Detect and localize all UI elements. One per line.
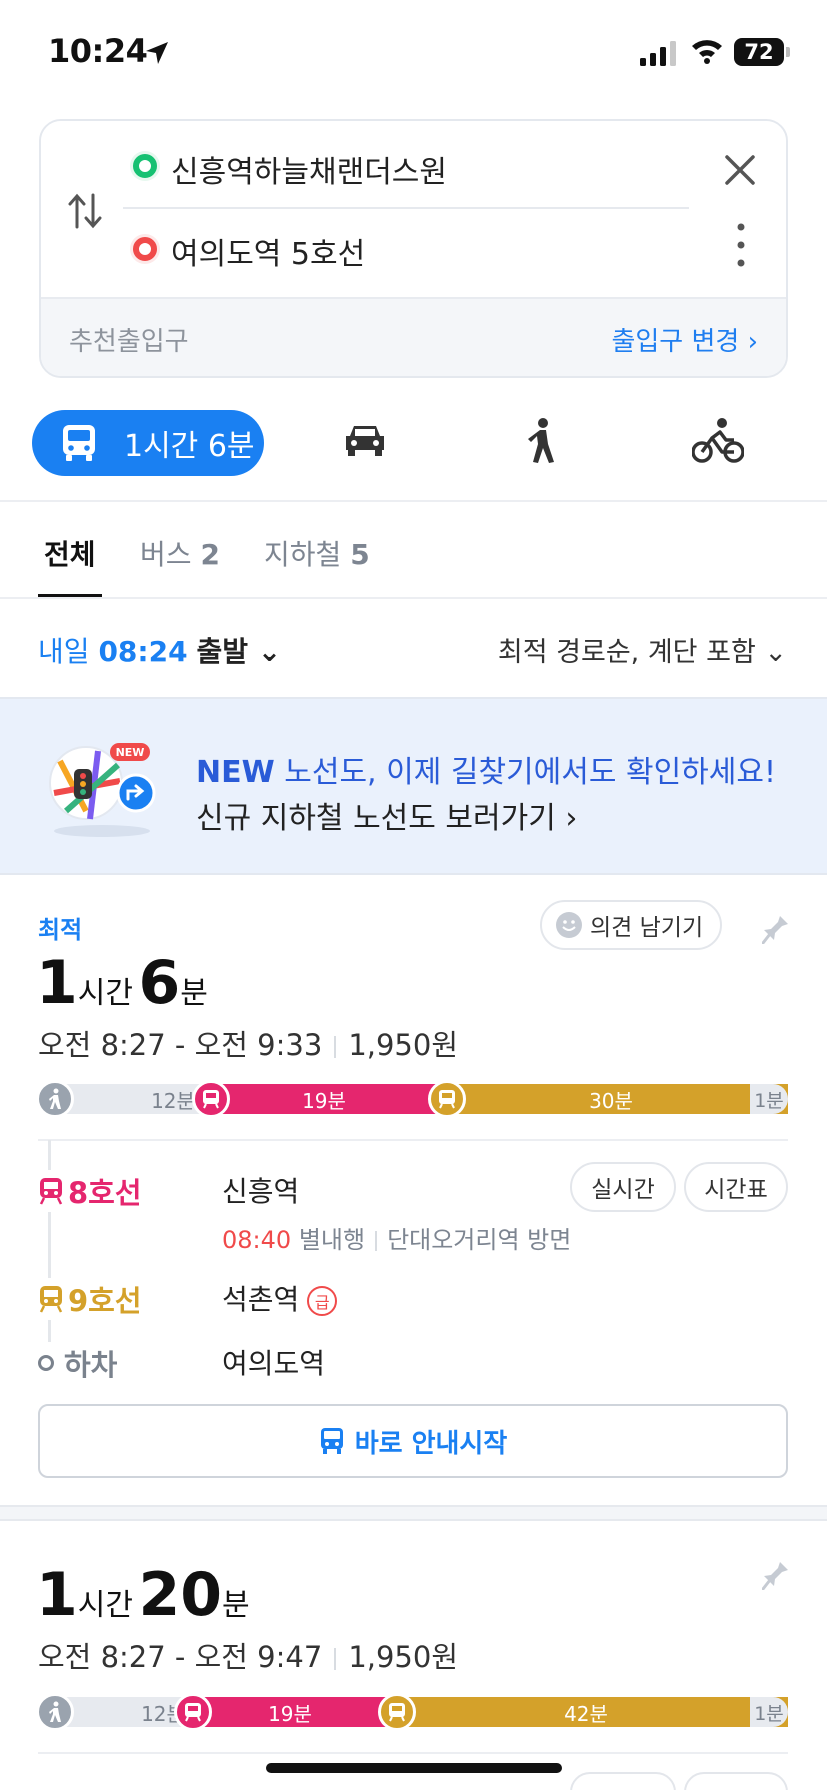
route-duration: 1시간 6분 [36, 948, 208, 1018]
departure-time-selector[interactable]: 내일 08:24 출발 ⌄ [38, 630, 281, 670]
sort-selector[interactable]: 최적 경로순, 계단 포함 ⌄ [498, 630, 787, 669]
station-name: 여의도역 [222, 1347, 326, 1380]
promo-banner[interactable]: NEW NEW 노선도, 이제 길찾기에서도 확인하세요! 신규 지하철 노선도… [0, 697, 827, 875]
signal-icon [640, 41, 676, 66]
segment-bar: 12분 19분 30분 1분 [36, 1079, 788, 1119]
banner-headline: NEW 노선도, 이제 길찾기에서도 확인하세요! [196, 755, 777, 790]
bike-icon[interactable] [692, 418, 744, 464]
best-route-tag: 최적 [38, 916, 83, 944]
end-walk-label: 1분 [750, 1084, 788, 1114]
express-badge: 급 [307, 1286, 338, 1316]
route-search-box: 신흥역하늘채랜더스원 여의도역 5호선 추천출입구 출입구 변경 › [39, 119, 788, 378]
bus-icon [63, 425, 95, 461]
tab-bus[interactable]: 버스 2 [140, 533, 220, 573]
subway-icon [428, 1080, 466, 1118]
end-walk-label: 1분 [750, 1697, 788, 1727]
origin-dot-icon [133, 154, 157, 178]
walk-icon[interactable] [526, 418, 556, 464]
route-times: 오전 8:27 - 오전 9:33 1,950원 [38, 1028, 459, 1062]
line9-segment: 42분 [384, 1697, 788, 1727]
divider [38, 1752, 788, 1754]
walk-circle-icon [36, 1080, 74, 1118]
mode-transit-tab[interactable]: 1시간 6분 [32, 410, 264, 476]
pin-icon[interactable] [762, 906, 792, 944]
alight-dot-icon [38, 1355, 54, 1371]
subway-icon [174, 1693, 212, 1731]
status-time: 10:24 [48, 32, 148, 70]
walk-circle-icon [36, 1693, 74, 1731]
start-guide-button[interactable]: 바로 안내시작 [38, 1404, 788, 1478]
transit-duration-label: 1시간 6분 [124, 429, 255, 464]
smile-icon [556, 912, 582, 938]
destination-dot-icon [133, 237, 157, 261]
new-badge: NEW [116, 746, 145, 759]
more-vertical-icon[interactable] [737, 223, 745, 267]
recommended-entrance-label: 추천출입구 [69, 327, 189, 357]
bus-icon [320, 1428, 343, 1454]
line9-step: 9호선 [38, 1278, 142, 1320]
realtime-button[interactable]: 실시간 [570, 1162, 676, 1212]
subway-icon [39, 1286, 63, 1313]
feedback-button[interactable]: 의견 남기기 [540, 900, 722, 950]
origin-input[interactable]: 신흥역하늘채랜더스원 [171, 147, 447, 191]
realtime-button[interactable] [570, 1772, 676, 1790]
alight-step: 하차 [38, 1342, 118, 1384]
timetable-button[interactable] [684, 1772, 788, 1790]
divider [38, 1139, 788, 1141]
destination-input[interactable]: 여의도역 5호선 [171, 229, 365, 273]
route-times: 오전 8:27 - 오전 9:47 1,950원 [38, 1640, 459, 1674]
line8-step: 8호선 [38, 1170, 142, 1212]
subway-icon [378, 1693, 416, 1731]
segment-bar: 12분 19분 42분 1분 [36, 1692, 788, 1732]
pin-icon[interactable] [762, 1552, 792, 1590]
route-duration: 1시간 20분 [36, 1560, 250, 1630]
close-icon[interactable] [721, 151, 759, 189]
divider [0, 597, 827, 599]
home-indicator [266, 1763, 562, 1773]
tab-all[interactable]: 전체 [44, 533, 96, 573]
subway-icon [39, 1178, 63, 1205]
section-gap [0, 1505, 827, 1521]
subway-map-icon: NEW [49, 743, 156, 837]
divider [0, 500, 827, 502]
station-name: 석촌역 급 [222, 1278, 338, 1318]
battery-indicator: 72 [734, 38, 784, 66]
location-arrow-icon [146, 42, 168, 64]
entrance-change-link[interactable]: 출입구 변경 › [611, 321, 758, 358]
next-train-info: 08:40 별내행 단대오거리역 방면 [222, 1226, 572, 1254]
station-name: 신흥역 [222, 1175, 300, 1208]
timetable-button[interactable]: 시간표 [684, 1162, 788, 1212]
wifi-icon [692, 40, 722, 64]
swap-icon[interactable] [67, 191, 103, 231]
battery-nub [786, 47, 790, 57]
tab-subway[interactable]: 지하철 5 [264, 533, 370, 573]
line8-segment: 19분 [198, 1084, 450, 1114]
banner-link[interactable]: 신규 지하철 노선도 보러가기 › [196, 793, 577, 837]
search-divider [123, 207, 689, 209]
car-icon[interactable] [344, 422, 386, 458]
line9-segment: 30분 [434, 1084, 788, 1114]
subway-icon [192, 1080, 230, 1118]
